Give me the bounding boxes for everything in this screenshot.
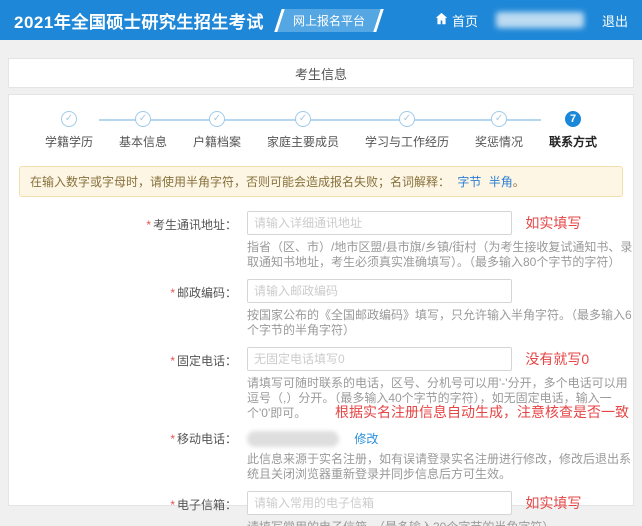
postcode-input[interactable] [247, 279, 512, 303]
step-label: 基本信息 [118, 135, 167, 149]
halfwidth-definition-link[interactable]: 半角 [489, 175, 513, 189]
email-help: 请填写常用的电子信箱。（最多输入30个字节的半角字符） [247, 520, 633, 526]
step-label: 家庭主要成员 [266, 135, 339, 149]
platform-badge-label: 网上报名平台 [292, 13, 365, 28]
step-jiating-chengyuan[interactable]: ✓ 家庭主要成员 [267, 111, 339, 150]
step-label: 学习与工作经历 [365, 135, 450, 149]
required-marker: * [170, 498, 175, 512]
notice-text: 在输入数字或字母时，请使用半角字符，否则可能会造成报名失败；名词解释： [30, 175, 451, 189]
address-annotation: 如实填写 [525, 215, 582, 231]
contact-form: *考生通讯地址： 如实填写 指省（区、市）/地市区盟/县市旗/乡镇/街村（为考生… [9, 211, 633, 526]
step-progress: ✓ 学籍学历 ✓ 基本信息 ✓ 户籍档案 ✓ 家庭主要成员 ✓ 学习与工作经历 … [9, 111, 633, 150]
required-marker: * [170, 354, 175, 368]
mobile-number-redacted [247, 430, 339, 447]
email-annotation: 如实填写 [525, 495, 582, 511]
step-jiben-xinxi[interactable]: ✓ 基本信息 [119, 111, 167, 150]
step-huji-dangan[interactable]: ✓ 户籍档案 [193, 111, 241, 150]
email-row: *电子信箱： 如实填写 请填写常用的电子信箱。（最多输入30个字节的半角字符） [9, 491, 633, 526]
step-done-icon: ✓ [208, 111, 225, 127]
address-row: *考生通讯地址： 如实填写 指省（区、市）/地市区盟/县市旗/乡镇/街村（为考生… [9, 211, 633, 270]
required-marker: * [170, 286, 175, 300]
home-link[interactable]: 首页 [435, 11, 478, 30]
landline-label: * 固定电话： [170, 354, 237, 368]
home-icon [435, 12, 448, 28]
halfwidth-notice: 在输入数字或字母时，请使用半角字符，否则可能会造成报名失败；名词解释： 字节 半… [19, 166, 623, 197]
step-number: 7 [565, 111, 582, 127]
page-title: 考生信息 [294, 66, 347, 82]
step-xuexi-jingli[interactable]: ✓ 学习与工作经历 [365, 111, 449, 150]
main-card: ✓ 学籍学历 ✓ 基本信息 ✓ 户籍档案 ✓ 家庭主要成员 ✓ 学习与工作经历 … [8, 94, 634, 526]
step-label: 学籍学历 [44, 135, 93, 149]
step-done-icon: ✓ [491, 111, 508, 127]
mobile-edit-link[interactable]: 修改 [354, 432, 378, 446]
step-jiangcheng-qingkuang[interactable]: ✓ 奖惩情况 [475, 111, 523, 150]
step-done-icon: ✓ [399, 111, 415, 127]
landline-row: *固定电话： 没有就写0 请填写可随时联系的电话，区号、分机号可以用'-'分开，… [9, 347, 633, 421]
platform-badge: 网上报名平台 [274, 8, 384, 32]
username-redacted [495, 12, 584, 28]
mobile-help: 此信息来源于实名注册，如有误请登录实名注册进行修改，修改后退出系统且关闭浏览器重… [247, 452, 632, 481]
email-input[interactable] [247, 491, 512, 515]
home-link-label: 首页 [451, 13, 478, 29]
address-input[interactable] [247, 211, 512, 235]
postcode-help: 按国家公布的《全国邮政编码》填写，只允许输入半角字符。（最多输入6个字节的半角字… [247, 308, 632, 337]
app-title: 2021年全国硕士研究生招生考试 [14, 12, 264, 32]
email-label: * 电子信箱： [170, 498, 237, 512]
postcode-row: *邮政编码： 按国家公布的《全国邮政编码》填写，只允许输入半角字符。（最多输入6… [9, 279, 633, 338]
step-label: 户籍档案 [192, 135, 241, 149]
mobile-label: * 移动电话： [170, 432, 237, 446]
step-lianxi-fangshi[interactable]: 7 联系方式 [549, 111, 597, 150]
landline-input[interactable] [247, 347, 512, 371]
byte-definition-link[interactable]: 字节 [457, 175, 481, 189]
required-marker: * [170, 432, 175, 446]
required-marker: * [146, 218, 151, 232]
step-done-icon: ✓ [60, 111, 77, 127]
landline-annotation: 没有就写0 [525, 351, 590, 367]
step-label: 联系方式 [549, 135, 598, 149]
step-xueji-xueli[interactable]: ✓ 学籍学历 [45, 111, 93, 150]
app-header: 2021年全国硕士研究生招生考试 网上报名平台 首页 退出 [0, 0, 642, 40]
step-done-icon: ✓ [294, 111, 311, 127]
mobile-row: * 移动电话： 修改 此信息来源于实名注册，如有误请登录实名注册进行修改，修改后退… [9, 430, 633, 482]
address-label: * 考生通讯地址： [146, 218, 237, 232]
address-help: 指省（区、市）/地市区盟/县市旗/乡镇/街村（为考生接收复试通知书、录取通知书地… [247, 240, 633, 269]
logout-link[interactable]: 退出 [602, 11, 628, 30]
mobile-autofill-annotation: 根据实名注册信息自动生成，注意核查是否一致 [335, 404, 629, 420]
step-done-icon: ✓ [134, 111, 151, 127]
notice-suffix: 。 [512, 175, 525, 189]
section-title-bar: 考生信息 [8, 58, 634, 88]
step-label: 奖惩情况 [475, 135, 524, 149]
postcode-label: * 邮政编码： [170, 286, 237, 300]
